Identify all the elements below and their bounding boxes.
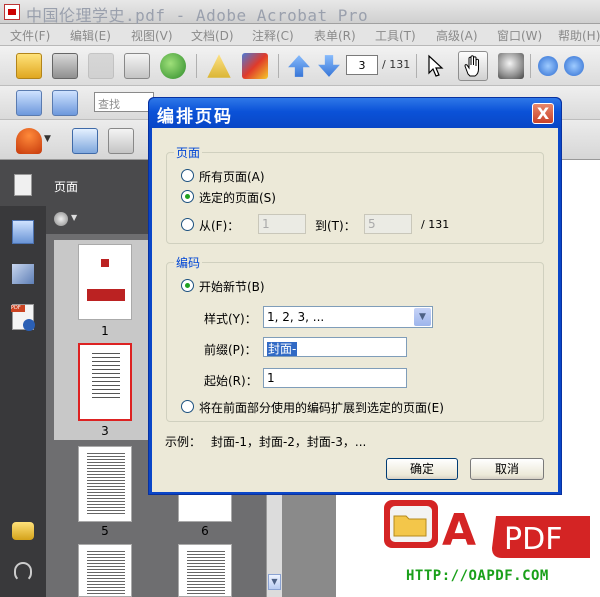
page-total: / 131 bbox=[382, 58, 411, 71]
scroll-down-icon[interactable]: ▼ bbox=[268, 574, 281, 590]
menu-file[interactable]: 文件(F) bbox=[10, 27, 50, 44]
signatures-icon[interactable] bbox=[12, 264, 34, 284]
extend-numbering-label[interactable]: 将在前面部分使用的编码扩展到选定的页面(E) bbox=[199, 399, 444, 416]
thumbnail-label-6: 6 bbox=[201, 524, 209, 538]
single-page-icon[interactable] bbox=[16, 90, 42, 116]
bookmarks-icon[interactable] bbox=[12, 220, 34, 244]
pages-group-title: 页面 bbox=[174, 144, 203, 161]
example-label: 示例： bbox=[165, 435, 202, 449]
chevron-down-icon[interactable]: ▼ bbox=[71, 213, 77, 222]
prefix-input[interactable]: 封面- bbox=[263, 337, 407, 357]
thumbnail-page-5[interactable] bbox=[78, 446, 132, 522]
pages-panel-title: 页面 bbox=[54, 180, 79, 194]
to-page-input[interactable]: 5 bbox=[364, 214, 412, 234]
start-number-input[interactable]: 1 bbox=[263, 368, 407, 388]
crop-icon[interactable] bbox=[72, 128, 98, 154]
start-label: 起始(R)： bbox=[204, 374, 258, 388]
dialog-body: 页面 所有页面(A) 选定的页面(S) 从(F)： 1 到(T)： 5 / 13… bbox=[152, 128, 558, 492]
ok-button[interactable]: 确定 bbox=[386, 458, 458, 480]
all-pages-radio[interactable] bbox=[181, 169, 194, 182]
window-titlebar: 中国伦理学史.pdf - Adobe Acrobat Pro bbox=[0, 0, 600, 25]
dialog-title: 编排页码 bbox=[157, 107, 233, 127]
from-page-input[interactable]: 1 bbox=[258, 214, 306, 234]
hand-tool-icon[interactable] bbox=[458, 51, 488, 81]
current-page-input[interactable]: 3 bbox=[346, 55, 378, 75]
select-cursor-icon[interactable] bbox=[426, 53, 446, 79]
main-toolbar bbox=[0, 46, 600, 86]
page-layout-icon[interactable] bbox=[108, 128, 134, 154]
selected-pages-label[interactable]: 选定的页面(S) bbox=[199, 189, 276, 206]
watermark-url: HTTP://OAPDF.COM bbox=[406, 568, 549, 584]
all-pages-label[interactable]: 所有页面(A) bbox=[199, 168, 265, 185]
to-label: 到(T)： bbox=[315, 219, 356, 233]
menu-window[interactable]: 窗口(W) bbox=[497, 27, 542, 44]
menu-comments[interactable]: 注释(C) bbox=[252, 27, 294, 44]
zoom-in-icon[interactable] bbox=[564, 56, 584, 76]
dialog-titlebar[interactable]: 编排页码 X bbox=[149, 98, 561, 128]
menu-forms[interactable]: 表单(R) bbox=[314, 27, 356, 44]
cancel-button[interactable]: 取消 bbox=[470, 458, 544, 480]
thumbnail-page-3[interactable] bbox=[78, 343, 132, 421]
zoom-icon[interactable] bbox=[498, 53, 524, 79]
attachments-pdf-icon[interactable]: PDF bbox=[11, 304, 35, 331]
chevron-down-icon[interactable]: ▼ bbox=[44, 134, 52, 144]
begin-new-section-radio[interactable] bbox=[181, 279, 194, 292]
open-folder-icon[interactable] bbox=[16, 53, 42, 79]
menu-tools[interactable]: 工具(T) bbox=[375, 27, 416, 44]
style-select[interactable]: 1, 2, 3, ... ▼ bbox=[263, 306, 433, 328]
next-page-icon[interactable] bbox=[318, 55, 340, 77]
menu-edit[interactable]: 编辑(E) bbox=[70, 27, 111, 44]
thumbnail-label-5: 5 bbox=[101, 524, 109, 538]
menu-bar: 文件(F) 编辑(E) 视图(V) 文档(D) 注释(C) 表单(R) 工具(T… bbox=[0, 24, 600, 46]
stamp-icon[interactable] bbox=[16, 128, 42, 154]
save-icon[interactable] bbox=[88, 53, 114, 79]
thumbnail-label-1: 1 bbox=[101, 324, 109, 338]
navigation-pane: PDF bbox=[0, 160, 46, 597]
secure-icon[interactable] bbox=[242, 53, 268, 79]
thumbnail-page-1[interactable] bbox=[78, 244, 132, 320]
window-title: 中国伦理学史.pdf - Adobe Acrobat Pro bbox=[26, 6, 369, 25]
total-pages-label: / 131 bbox=[421, 218, 450, 231]
sign-icon[interactable] bbox=[207, 54, 231, 78]
close-button[interactable]: X bbox=[532, 103, 554, 124]
previous-page-icon[interactable] bbox=[288, 55, 310, 77]
fit-page-icon[interactable] bbox=[52, 90, 78, 116]
thumbnail-page-8[interactable] bbox=[178, 544, 232, 597]
pages-panel-icon bbox=[14, 174, 32, 196]
gear-icon[interactable] bbox=[54, 212, 68, 226]
paperclip-icon[interactable] bbox=[14, 562, 32, 582]
from-label: 从(F)： bbox=[199, 219, 240, 233]
collaborate-icon[interactable] bbox=[160, 53, 186, 79]
logo-pdf-text: PDF bbox=[504, 522, 563, 557]
begin-new-section-label[interactable]: 开始新节(B) bbox=[199, 278, 265, 295]
page-range-radio[interactable] bbox=[181, 218, 194, 231]
prefix-input-value: 封面- bbox=[267, 342, 298, 356]
menu-help[interactable]: 帮助(H) bbox=[558, 27, 600, 44]
print-icon[interactable] bbox=[52, 53, 78, 79]
email-icon[interactable] bbox=[124, 53, 150, 79]
pdf-document-icon bbox=[4, 4, 20, 20]
extend-numbering-radio[interactable] bbox=[181, 400, 194, 413]
numbering-group-title: 编码 bbox=[174, 254, 203, 271]
selected-pages-radio[interactable] bbox=[181, 190, 194, 203]
oapdf-logo bbox=[384, 500, 590, 558]
example-value: 封面-1，封面-2，封面-3，... bbox=[211, 435, 367, 449]
find-input[interactable]: 查找 bbox=[94, 92, 154, 112]
chevron-down-icon[interactable]: ▼ bbox=[414, 308, 431, 326]
menu-advanced[interactable]: 高级(A) bbox=[436, 27, 478, 44]
page-numbering-dialog: 编排页码 X 页面 所有页面(A) 选定的页面(S) 从(F)： 1 到(T)：… bbox=[148, 97, 562, 495]
menu-document[interactable]: 文档(D) bbox=[191, 27, 234, 44]
logo-letter: A bbox=[442, 505, 477, 556]
thumbnail-page-7[interactable] bbox=[78, 544, 132, 597]
prefix-label: 前缀(P)： bbox=[204, 343, 257, 357]
style-select-value: 1, 2, 3, ... bbox=[267, 310, 325, 324]
thumbnail-label-3: 3 bbox=[101, 424, 109, 438]
zoom-out-icon[interactable] bbox=[538, 56, 558, 76]
style-label: 样式(Y)： bbox=[204, 312, 257, 326]
menu-view[interactable]: 视图(V) bbox=[131, 27, 173, 44]
comments-icon[interactable] bbox=[12, 522, 34, 540]
